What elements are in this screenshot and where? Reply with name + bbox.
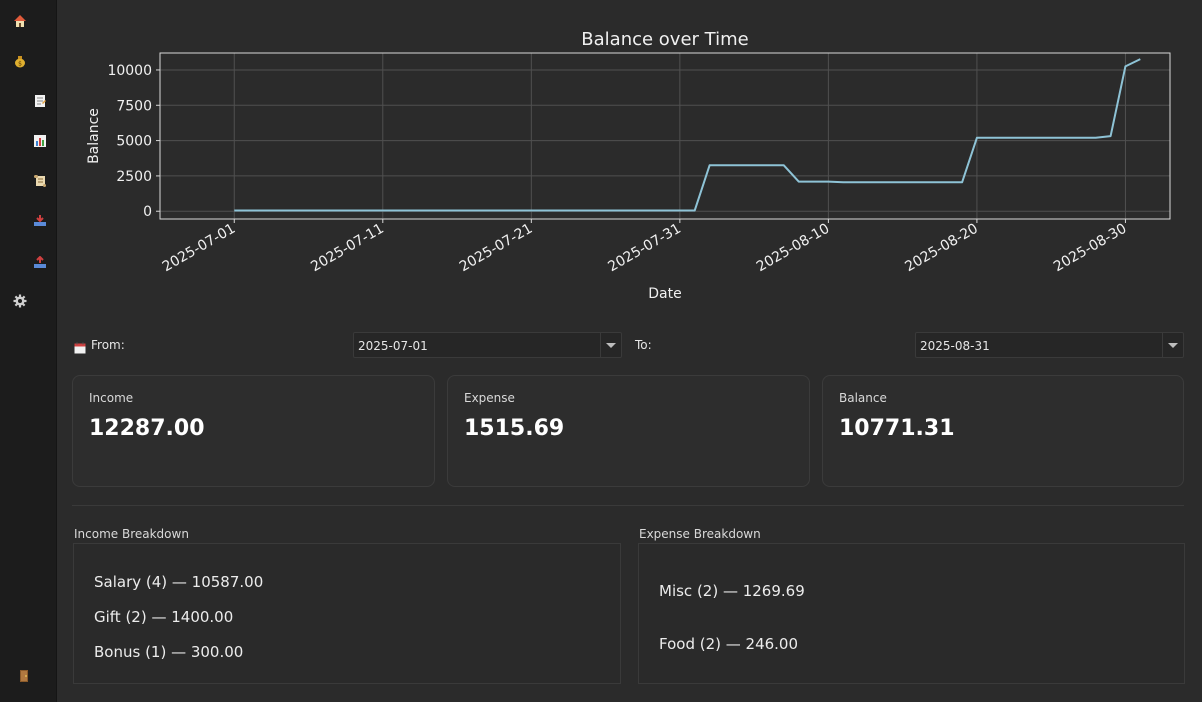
x-tick-label: 2025-07-11 bbox=[308, 221, 386, 276]
balance-card: Balance 10771.31 bbox=[822, 375, 1184, 487]
sidebar: $ bbox=[0, 0, 57, 702]
y-tick-label: 2500 bbox=[116, 169, 152, 185]
outbox-tray-icon[interactable] bbox=[32, 255, 48, 271]
x-tick-label: 2025-08-30 bbox=[1051, 221, 1129, 276]
to-date-dropdown-button[interactable] bbox=[1162, 333, 1183, 357]
expense-card-value: 1515.69 bbox=[464, 416, 565, 441]
scroll-icon[interactable] bbox=[32, 173, 48, 189]
y-axis-label: Balance bbox=[86, 108, 102, 164]
balance-chart: 2025-07-01 2025-07-11 2025-07-21 2025-07-31… bbox=[56, 0, 1202, 320]
chevron-down-icon bbox=[606, 342, 616, 348]
from-date-dropdown-button[interactable] bbox=[600, 333, 621, 357]
plot-area bbox=[160, 53, 1170, 219]
notes-icon[interactable] bbox=[32, 93, 48, 109]
list-item: Gift (2) — 1400.00 bbox=[94, 608, 234, 626]
income-card: Income 12287.00 bbox=[72, 375, 435, 487]
x-axis-label: Date bbox=[648, 286, 681, 302]
to-date-input[interactable]: 2025-08-31 bbox=[915, 332, 1184, 358]
expense-breakdown-title: Expense Breakdown bbox=[639, 527, 761, 541]
income-breakdown-title: Income Breakdown bbox=[74, 527, 189, 541]
from-label: From: bbox=[91, 338, 125, 352]
x-tick-label: 2025-07-21 bbox=[457, 221, 535, 276]
list-item: Salary (4) — 10587.00 bbox=[94, 573, 264, 591]
gear-icon[interactable] bbox=[12, 293, 28, 309]
expense-breakdown-list: Misc (2) — 1269.69 Food (2) — 246.00 bbox=[638, 543, 1185, 684]
list-item: Misc (2) — 1269.69 bbox=[659, 582, 805, 600]
balance-card-title: Balance bbox=[839, 391, 887, 405]
balance-chart-svg: 2025-07-01 2025-07-11 2025-07-21 2025-07-31… bbox=[86, 29, 1171, 302]
x-tick-label: 2025-08-10 bbox=[754, 221, 832, 276]
y-tick-label: 10000 bbox=[107, 63, 152, 79]
from-date-value: 2025-07-01 bbox=[358, 339, 428, 353]
expense-card: Expense 1515.69 bbox=[447, 375, 810, 487]
x-tick-label: 2025-08-20 bbox=[902, 221, 980, 276]
x-tick-label: 2025-07-01 bbox=[160, 221, 238, 276]
y-tick-label: 7500 bbox=[116, 98, 152, 114]
from-date-input[interactable]: 2025-07-01 bbox=[353, 332, 622, 358]
svg-text:$: $ bbox=[18, 61, 22, 68]
money-bag-icon[interactable]: $ bbox=[12, 53, 28, 69]
door-icon[interactable] bbox=[16, 668, 32, 684]
x-tick-label: 2025-07-31 bbox=[605, 221, 683, 276]
income-card-title: Income bbox=[89, 391, 134, 405]
calendar-icon bbox=[74, 339, 86, 354]
section-divider bbox=[72, 505, 1184, 506]
to-date-value: 2025-08-31 bbox=[920, 339, 990, 353]
balance-card-value: 10771.31 bbox=[839, 416, 955, 441]
expense-card-title: Expense bbox=[464, 391, 515, 405]
income-card-value: 12287.00 bbox=[89, 416, 205, 441]
to-label: To: bbox=[635, 338, 652, 352]
y-tick-label: 5000 bbox=[116, 134, 152, 150]
y-tick-label: 0 bbox=[143, 204, 152, 220]
list-item: Bonus (1) — 300.00 bbox=[94, 643, 244, 661]
bar-chart-icon[interactable] bbox=[32, 133, 48, 149]
chevron-down-icon bbox=[1168, 342, 1178, 348]
home-icon[interactable] bbox=[12, 13, 28, 29]
date-filter-row: From: 2025-07-01 To: 2025-08-31 bbox=[72, 332, 1184, 358]
inbox-tray-icon[interactable] bbox=[32, 213, 48, 229]
list-item: Food (2) — 246.00 bbox=[659, 635, 799, 653]
chart-title: Balance over Time bbox=[581, 29, 748, 50]
income-breakdown-list: Salary (4) — 10587.00 Gift (2) — 1400.00… bbox=[73, 543, 621, 684]
